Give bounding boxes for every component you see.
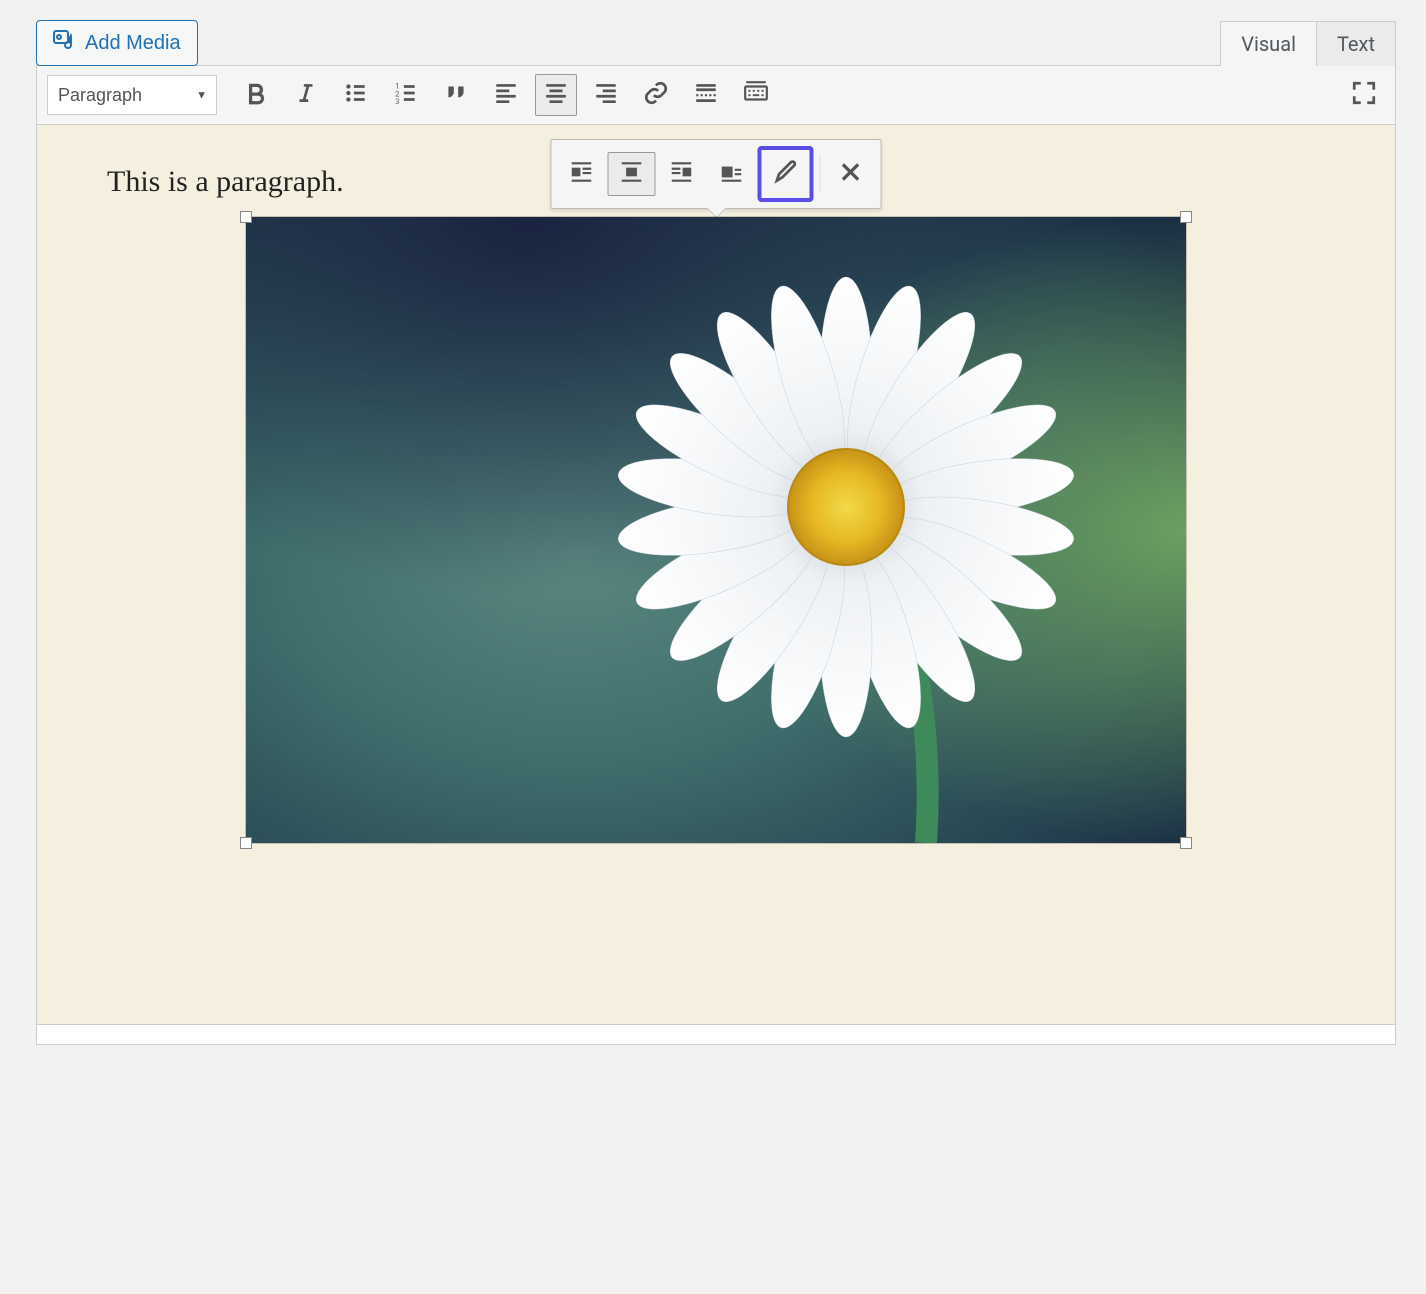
align-center-icon bbox=[543, 80, 569, 110]
editor-footer-edge bbox=[36, 1025, 1396, 1045]
bold-icon bbox=[243, 80, 269, 110]
image-inline-toolbar bbox=[551, 139, 882, 209]
img-align-none-icon bbox=[719, 159, 745, 189]
quote-icon bbox=[443, 80, 469, 110]
img-remove-button[interactable] bbox=[827, 152, 875, 196]
blockquote-button[interactable] bbox=[435, 74, 477, 116]
numbered-list-icon: 123 bbox=[393, 80, 419, 110]
selected-image[interactable] bbox=[246, 217, 1186, 843]
keyboard-icon bbox=[743, 80, 769, 110]
add-media-label: Add Media bbox=[85, 32, 181, 55]
align-right-button[interactable] bbox=[585, 74, 627, 116]
separator bbox=[820, 156, 821, 192]
img-align-center-button[interactable] bbox=[608, 152, 656, 196]
resize-handle-ne[interactable] bbox=[1180, 211, 1192, 223]
resize-handle-sw[interactable] bbox=[240, 837, 252, 849]
img-align-left-button[interactable] bbox=[558, 152, 606, 196]
img-edit-button[interactable] bbox=[758, 146, 814, 202]
daisy-image-content bbox=[246, 217, 1186, 843]
read-more-button[interactable] bbox=[685, 74, 727, 116]
link-icon bbox=[643, 80, 669, 110]
resize-handle-se[interactable] bbox=[1180, 837, 1192, 849]
add-media-button[interactable]: Add Media bbox=[36, 20, 198, 66]
keyboard-toggle-button[interactable] bbox=[735, 74, 777, 116]
fullscreen-button[interactable] bbox=[1343, 74, 1385, 116]
italic-button[interactable] bbox=[285, 74, 327, 116]
align-right-icon bbox=[593, 80, 619, 110]
svg-text:3: 3 bbox=[395, 97, 399, 106]
bullet-list-icon bbox=[343, 80, 369, 110]
align-center-button[interactable] bbox=[535, 74, 577, 116]
img-align-none-button[interactable] bbox=[708, 152, 756, 196]
img-align-center-icon bbox=[619, 159, 645, 189]
editor-content[interactable]: This is a paragraph. bbox=[36, 125, 1396, 1025]
italic-icon bbox=[293, 80, 319, 110]
bold-button[interactable] bbox=[235, 74, 277, 116]
numbered-list-button[interactable]: 123 bbox=[385, 74, 427, 116]
editor-toolbar: Paragraph 123 bbox=[36, 65, 1396, 125]
editor-mode-tabs: Visual Text bbox=[1220, 21, 1396, 66]
img-align-right-icon bbox=[669, 159, 695, 189]
tab-text[interactable]: Text bbox=[1317, 21, 1396, 66]
resize-handle-nw[interactable] bbox=[240, 211, 252, 223]
close-icon bbox=[838, 159, 864, 189]
bullet-list-button[interactable] bbox=[335, 74, 377, 116]
align-left-button[interactable] bbox=[485, 74, 527, 116]
format-dropdown[interactable]: Paragraph bbox=[47, 75, 217, 115]
img-align-left-icon bbox=[569, 159, 595, 189]
link-button[interactable] bbox=[635, 74, 677, 116]
img-align-right-button[interactable] bbox=[658, 152, 706, 196]
camera-music-icon bbox=[53, 29, 77, 57]
pencil-icon bbox=[773, 159, 799, 189]
read-more-icon bbox=[693, 80, 719, 110]
tab-visual[interactable]: Visual bbox=[1220, 21, 1317, 66]
align-left-icon bbox=[493, 80, 519, 110]
fullscreen-icon bbox=[1351, 80, 1377, 110]
